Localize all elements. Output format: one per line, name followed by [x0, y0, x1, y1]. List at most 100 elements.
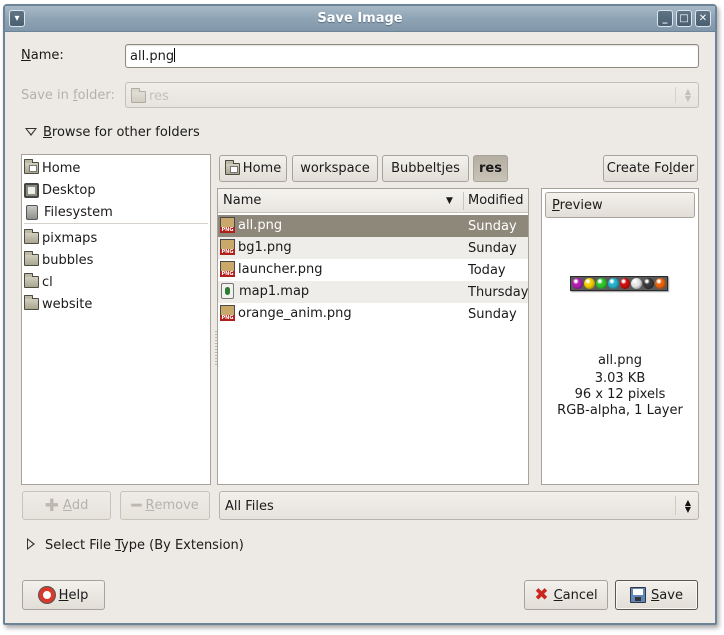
thumbnail-ball [619, 278, 631, 289]
label-text: Save in [21, 88, 74, 103]
file-row[interactable]: all.png Sunday [218, 215, 528, 237]
folder-icon [131, 87, 146, 103]
maximize-icon: □ [679, 13, 689, 24]
button-label: emove [154, 498, 199, 513]
file-name: bg1.png [238, 239, 292, 255]
file-modified: Sunday [468, 241, 517, 256]
file-row[interactable]: launcher.png Today [218, 259, 528, 281]
column-separator[interactable] [463, 192, 464, 210]
plus-icon: ✚ [44, 495, 59, 516]
preview-panel: Preview all.png 3.03 KB 96 x 12 pixels R… [541, 188, 699, 485]
save-image-dialog: ▾ Save Image _ □ ✕ Name: all.png Save in… [3, 4, 717, 625]
bookmark-cl[interactable]: cl [24, 271, 53, 293]
close-button[interactable]: ✕ [695, 10, 711, 27]
minus-icon: ━ [131, 495, 142, 516]
file-row[interactable]: bg1.png Sunday [218, 237, 528, 259]
file-type-expander[interactable]: Select File Type (By Extension) [27, 538, 244, 553]
help-button[interactable]: Help [22, 580, 105, 610]
minimize-button[interactable]: _ [657, 10, 673, 27]
help-lifebuoy-icon [38, 587, 55, 603]
mnemonic: C [553, 587, 563, 603]
thumbnail-ball [631, 278, 643, 289]
mnemonic: H [58, 587, 69, 603]
thumbnail-ball [595, 278, 607, 289]
path-label: Bubbeltjes [391, 161, 460, 176]
file-list-header: Name ▼ Modified [218, 189, 528, 213]
place-home[interactable]: Home [24, 157, 80, 179]
create-folder-button[interactable]: Create Fo l der [603, 155, 698, 182]
file-name: orange_anim.png [238, 305, 352, 321]
png-file-icon [220, 305, 235, 321]
path-label: res [479, 161, 502, 176]
png-file-icon [220, 239, 235, 255]
file-modified: Today [468, 263, 506, 278]
mnemonic: P [552, 198, 560, 213]
browse-folders-expander[interactable]: Browse for other folders [25, 125, 200, 140]
thumbnail-ball [607, 278, 619, 289]
mnemonic: A [62, 498, 72, 513]
name-label: Name: [21, 48, 64, 63]
title-bar[interactable]: ▾ Save Image _ □ ✕ [5, 6, 715, 32]
places-separator [24, 223, 208, 224]
column-modified-header[interactable]: Modified [468, 193, 523, 208]
preview-title: review [559, 198, 603, 213]
bookmark-bubbles[interactable]: bubbles [24, 249, 93, 271]
button-label: elp [68, 587, 89, 603]
place-desktop[interactable]: Desktop [24, 179, 96, 201]
name-value: all.png [130, 49, 175, 64]
expander-label: rowse for other folders [51, 125, 200, 140]
preview-header[interactable]: Preview [545, 192, 695, 218]
home-folder-icon [24, 159, 39, 174]
file-filter-combo[interactable]: All Files ▲ ▼ [219, 491, 699, 520]
place-label: Desktop [42, 182, 96, 198]
desktop-icon [24, 182, 39, 198]
name-input[interactable]: all.png [125, 44, 699, 68]
path-home-button[interactable]: Home [219, 155, 287, 182]
cancel-x-icon: ✖ [534, 585, 549, 605]
label-text: ame: [30, 48, 64, 63]
place-label: Filesystem [44, 204, 113, 220]
cancel-button[interactable]: ✖ Cancel [524, 580, 608, 610]
button-label: der [672, 161, 695, 176]
file-modified: Sunday [468, 219, 517, 234]
path-label: Home [242, 161, 282, 176]
close-icon: ✕ [698, 13, 708, 24]
mnemonic: S [651, 587, 660, 603]
save-in-folder-combo[interactable]: res ▲ ▼ [125, 82, 699, 108]
add-bookmark-button[interactable]: ✚ Add [22, 491, 111, 520]
path-bubbeltjes-button[interactable]: Bubbeltjes [382, 155, 469, 182]
path-res-button[interactable]: res [473, 155, 508, 182]
expander-label: ype (By Extension) [121, 538, 244, 553]
floppy-disk-icon [630, 587, 647, 603]
place-filesystem[interactable]: Filesystem [24, 201, 113, 223]
up-down-arrows-icon: ▲ ▼ [684, 87, 692, 103]
bookmark-pixmaps[interactable]: pixmaps [24, 227, 97, 249]
png-file-icon [220, 217, 235, 233]
home-folder-icon [224, 159, 240, 175]
file-name: all.png [238, 217, 283, 233]
folder-icon [24, 295, 39, 310]
preview-thumbnail [570, 276, 668, 291]
path-workspace-button[interactable]: workspace [292, 155, 378, 182]
file-filter-value: All Files [225, 499, 274, 514]
text-cursor [174, 48, 176, 62]
file-list: Name ▼ Modified all.png Sunday bg1.png S… [217, 188, 529, 485]
thumbnail-ball [583, 278, 595, 289]
places-sidebar: Home Desktop Filesystem pixmaps bubbles … [21, 154, 211, 485]
preview-dimensions: 96 x 12 pixels [574, 387, 666, 402]
remove-bookmark-button[interactable]: ━ Remove [120, 491, 210, 520]
maximize-button[interactable]: □ [676, 10, 692, 27]
sort-descending-icon: ▼ [446, 196, 453, 206]
file-row[interactable]: orange_anim.png Sunday [218, 303, 528, 325]
up-down-arrows-icon: ▲ ▼ [684, 498, 692, 514]
column-name-header[interactable]: Name [223, 193, 261, 208]
bookmark-website[interactable]: website [24, 293, 92, 315]
save-button[interactable]: Save [615, 580, 698, 610]
file-modified: Sunday [468, 307, 517, 322]
button-label: ancel [562, 587, 598, 603]
preview-filename: all.png [597, 353, 643, 368]
button-label: ave [659, 587, 683, 603]
folder-icon [24, 251, 39, 266]
thumbnail-ball [643, 278, 655, 289]
file-row[interactable]: map1.map Thursday [218, 281, 528, 303]
